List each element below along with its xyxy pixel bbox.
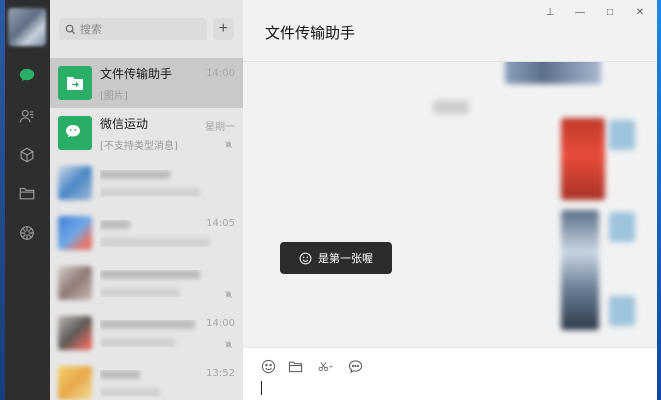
- add-chat-button[interactable]: +: [212, 18, 234, 40]
- maximize-button[interactable]: □: [605, 7, 615, 18]
- smile-icon: [299, 252, 312, 264]
- chat-name: [100, 319, 195, 329]
- chat-item-wechat-sport[interactable]: 微信运动 [不支持类型消息] 星期一: [50, 108, 243, 158]
- search-box[interactable]: [59, 18, 207, 40]
- chat-preview: [不支持类型消息]: [100, 140, 178, 152]
- chat-item-blurred[interactable]: 14:05: [50, 208, 243, 258]
- chat-time: 14:00: [206, 318, 235, 329]
- message-area: 是第一张喔: [243, 62, 657, 347]
- wechat-sport-avatar: [58, 116, 92, 150]
- chat-name: [100, 269, 200, 279]
- chat-item-blurred[interactable]: 13:52: [50, 358, 243, 400]
- favorites-nav-icon[interactable]: [16, 144, 38, 166]
- contact-avatar: [58, 216, 92, 250]
- blurred-timestamp: [433, 100, 469, 114]
- blurred-image-message[interactable]: [505, 62, 601, 84]
- chat-item-blurred[interactable]: [50, 158, 243, 208]
- message-composer[interactable]: [243, 347, 657, 400]
- contact-avatar: [58, 316, 92, 350]
- chat-preview: [100, 187, 200, 197]
- blurred-avatar: [609, 120, 635, 150]
- user-avatar[interactable]: [8, 8, 46, 46]
- window-controls: ⊥ — □ ✕: [545, 7, 645, 18]
- chat-name: [100, 369, 140, 379]
- mute-icon: [224, 290, 233, 299]
- close-button[interactable]: ✕: [635, 7, 645, 18]
- folder-icon[interactable]: [287, 358, 303, 374]
- text-cursor: [261, 381, 262, 395]
- files-nav-icon[interactable]: [16, 182, 38, 204]
- chat-time: 14:00: [206, 68, 235, 79]
- file-transfer-avatar: [58, 66, 92, 100]
- contact-avatar: [58, 266, 92, 300]
- composer-toolbar: [243, 348, 657, 374]
- minimize-button[interactable]: —: [575, 7, 585, 18]
- conversation-list: + 文件传输助手 [图片] 14:00 微信运动 [不支持类型消息] 星期一: [50, 0, 243, 400]
- chat-nav-icon[interactable]: [16, 64, 38, 86]
- blurred-image-message[interactable]: [561, 118, 605, 200]
- folder-transfer-icon: [67, 77, 83, 90]
- contact-avatar: [58, 166, 92, 200]
- scissors-icon[interactable]: [314, 358, 336, 374]
- blurred-avatar: [609, 296, 635, 326]
- emoji-icon[interactable]: [260, 358, 276, 374]
- moments-nav-icon[interactable]: [16, 222, 38, 244]
- search-input[interactable]: [80, 22, 200, 36]
- chat-preview: [100, 337, 175, 347]
- pin-icon[interactable]: ⊥: [545, 7, 555, 18]
- chat-title: 文件传输助手: [265, 24, 356, 42]
- chat-name: [100, 219, 130, 229]
- search-bar: +: [50, 0, 243, 58]
- chat-item-file-transfer[interactable]: 文件传输助手 [图片] 14:00: [50, 58, 243, 108]
- blurred-avatar: [609, 212, 635, 242]
- chat-bubble-icon[interactable]: [347, 358, 363, 374]
- chat-time: 星期一: [205, 122, 235, 133]
- search-icon: [65, 24, 76, 34]
- chat-header: 文件传输助手 ⊥ — □ ✕: [243, 0, 657, 62]
- chat-preview: [100, 387, 160, 397]
- nav-rail: [5, 0, 50, 400]
- chat-name: [100, 169, 170, 179]
- toast-popup: 是第一张喔: [280, 242, 392, 274]
- toast-text: 是第一张喔: [318, 252, 373, 265]
- wechat-logo-icon: [66, 125, 80, 138]
- chat-preview: [图片]: [100, 90, 128, 102]
- chat-time: 14:05: [206, 218, 235, 229]
- mute-icon: [224, 340, 233, 349]
- contacts-nav-icon[interactable]: [16, 105, 38, 127]
- chat-preview: [100, 237, 210, 247]
- mute-icon: [224, 140, 233, 149]
- chat-item-blurred[interactable]: 14:00: [50, 308, 243, 358]
- chat-time: 13:52: [206, 368, 235, 379]
- desktop-background-right: [657, 0, 661, 400]
- chat-item-blurred[interactable]: [50, 258, 243, 308]
- chat-pane: 文件传输助手 ⊥ — □ ✕ 是第一张喔: [243, 0, 657, 400]
- chat-preview: [100, 287, 180, 297]
- wechat-window: + 文件传输助手 [图片] 14:00 微信运动 [不支持类型消息] 星期一: [5, 0, 657, 400]
- contact-avatar: [58, 366, 92, 400]
- blurred-image-message[interactable]: [561, 210, 599, 330]
